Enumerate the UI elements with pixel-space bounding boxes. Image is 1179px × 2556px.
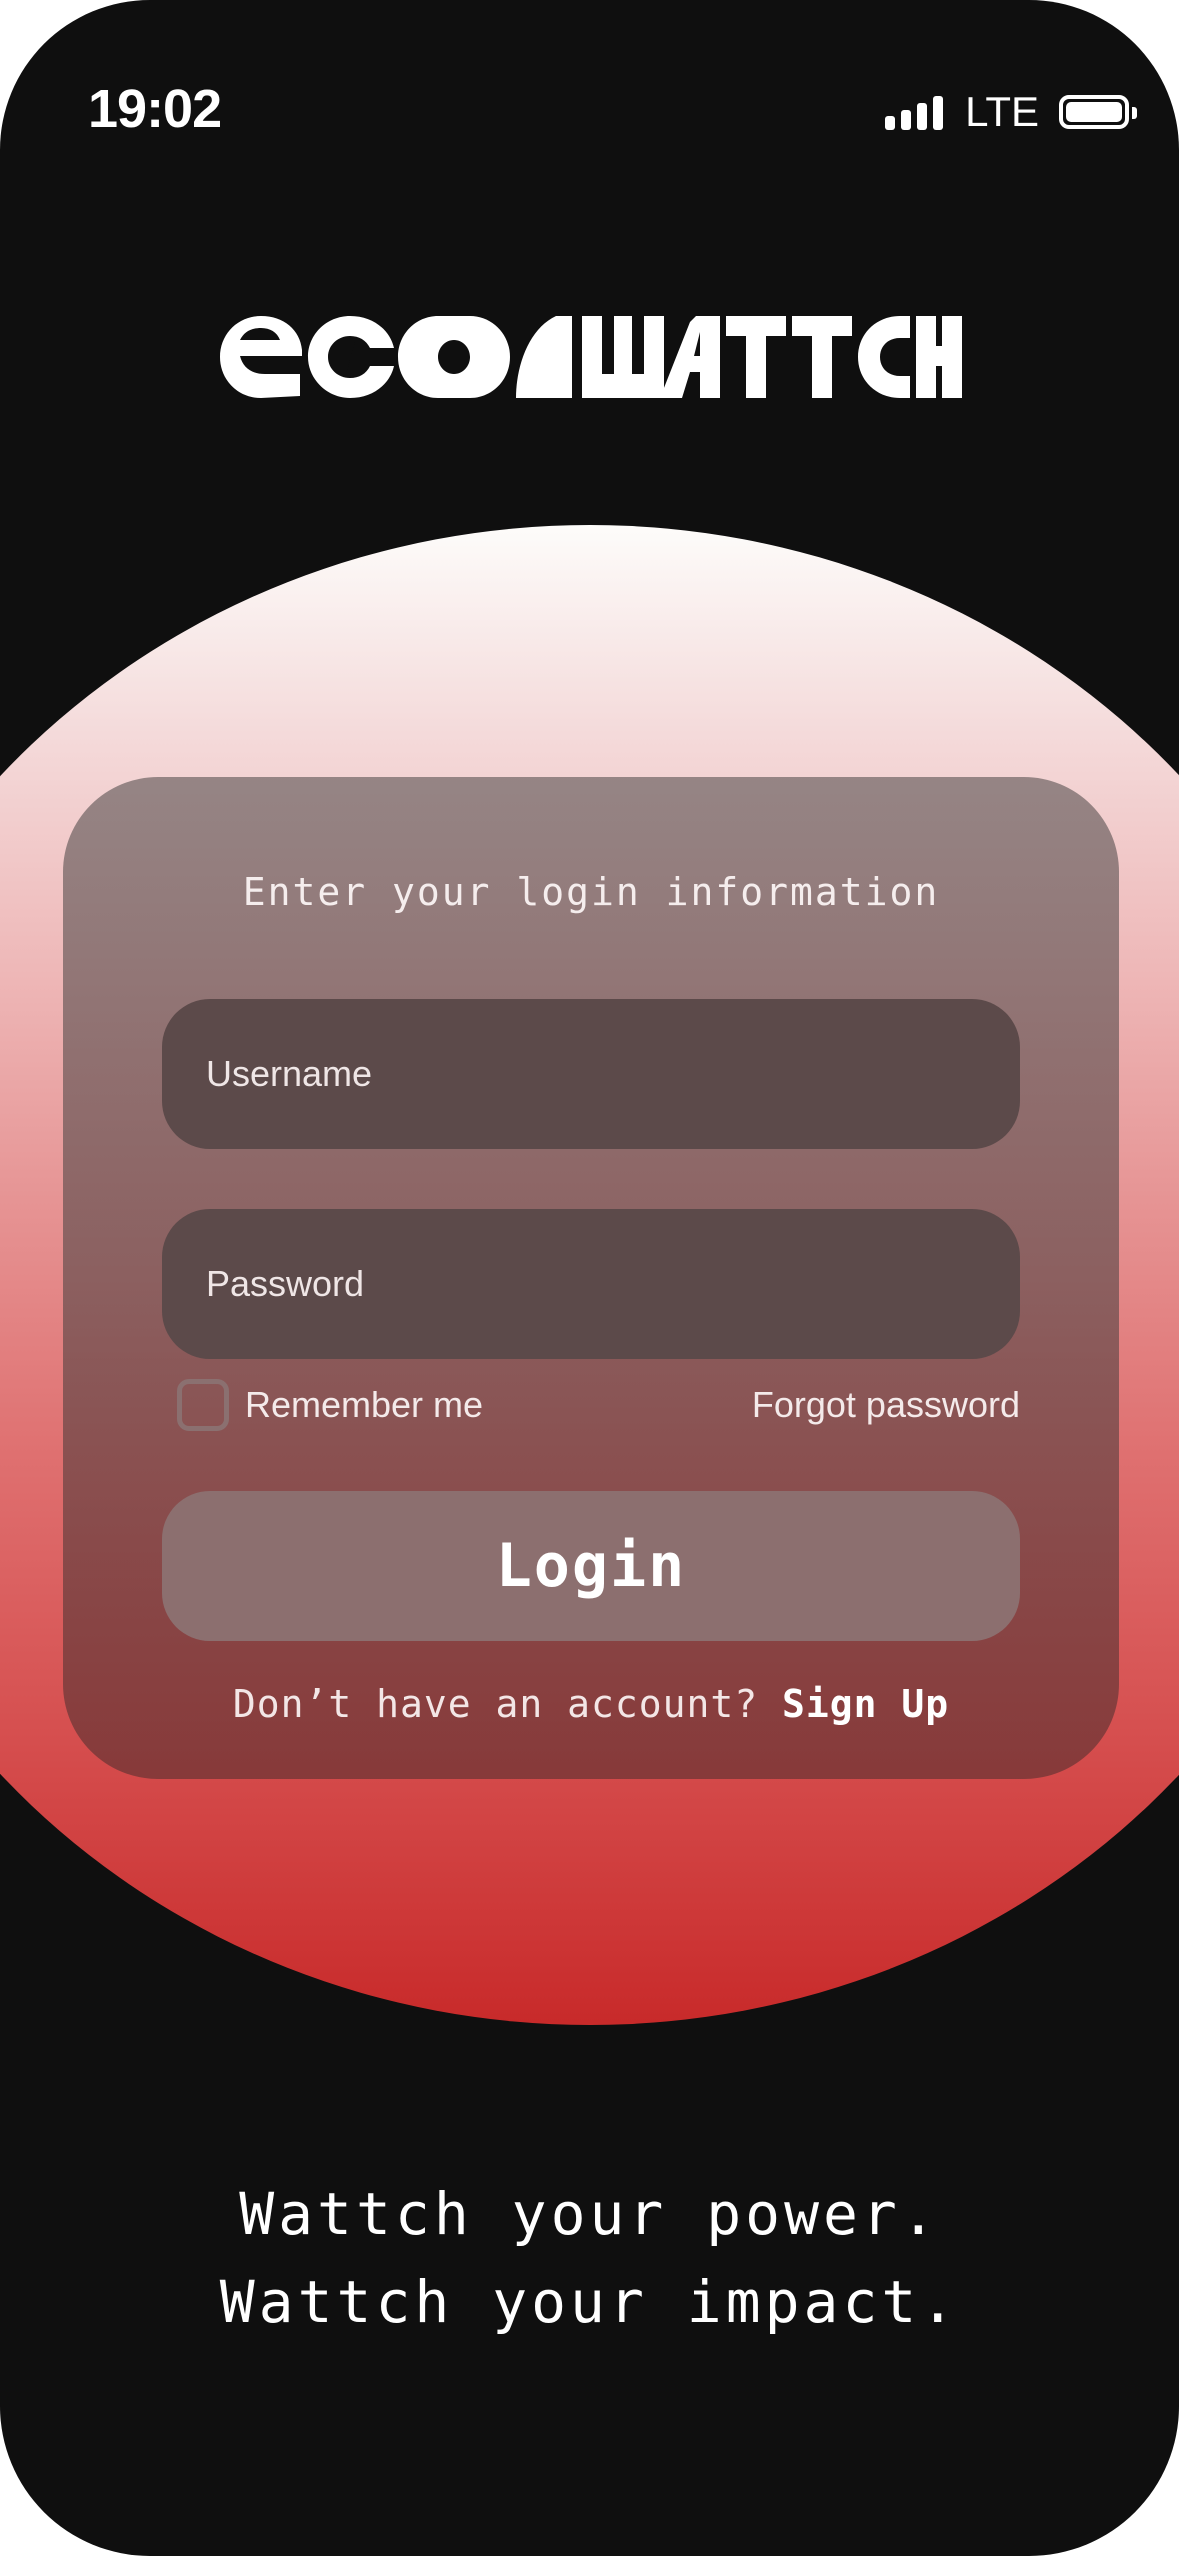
ecowattch-logo (220, 316, 962, 398)
username-field[interactable] (162, 999, 1020, 1149)
network-type: LTE (965, 88, 1039, 135)
signup-prompt: Don’t have an account? Sign Up (63, 1682, 1119, 1726)
remember-me-label[interactable]: Remember me (245, 1384, 483, 1426)
signal-bars-icon (885, 94, 944, 130)
password-input[interactable] (204, 1262, 1020, 1306)
remember-me-checkbox[interactable] (177, 1379, 229, 1431)
tagline: Wattch your power. Wattch your impact. (0, 2170, 1179, 2346)
no-account-text: Don’t have an account? (232, 1682, 759, 1726)
battery-icon (1059, 95, 1137, 129)
forgot-password-link[interactable]: Forgot password (752, 1384, 1020, 1426)
login-button[interactable]: Login (162, 1491, 1020, 1641)
username-input[interactable] (204, 1052, 1020, 1096)
status-time: 19:02 (88, 79, 222, 139)
login-card: Enter your login information Remember me… (63, 777, 1119, 1779)
login-heading: Enter your login information (242, 870, 940, 914)
app-screen: 19:02 LTE Enter your login information U… (0, 0, 1179, 2556)
tagline-line-2: Wattch your impact. (219, 2268, 960, 2336)
status-bar-right: LTE (885, 88, 1137, 136)
tagline-line-1: Wattch your power. (239, 2180, 940, 2248)
remember-me-row[interactable]: Remember me (177, 1379, 483, 1431)
password-field[interactable] (162, 1209, 1020, 1359)
signup-link[interactable]: Sign Up (782, 1682, 949, 1726)
